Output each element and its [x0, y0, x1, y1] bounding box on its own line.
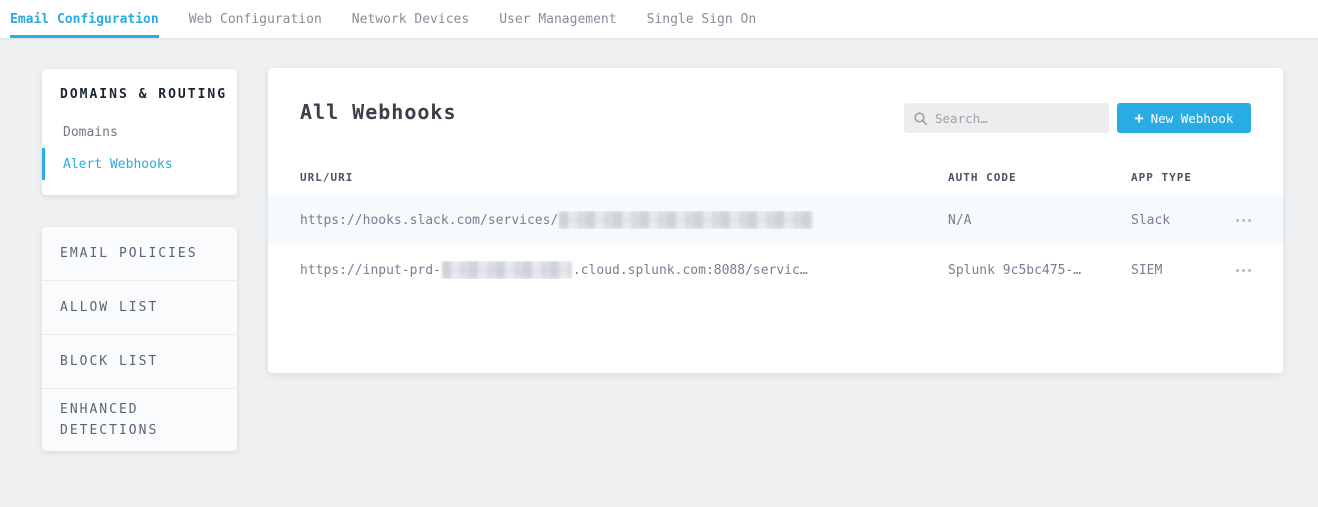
sidebar-item-alert-webhooks[interactable]: Alert Webhooks	[42, 148, 237, 180]
webhook-url: https://hooks.slack.com/services/	[268, 211, 948, 229]
sidebar-item-enhanced-detections[interactable]: ENHANCED DETECTIONS	[42, 389, 237, 451]
table-header-row: URL/URI AUTH CODE APP TYPE	[268, 160, 1283, 195]
tab-web-configuration[interactable]: Web Configuration	[189, 0, 322, 38]
header-auth-code: AUTH CODE	[948, 171, 1131, 184]
tab-user-management[interactable]: User Management	[499, 0, 616, 38]
webhook-url-prefix: https://input-prd-	[300, 263, 441, 278]
search-icon	[914, 112, 927, 125]
sidebar-sections: EMAIL POLICIES ALLOW LIST BLOCK LIST ENH…	[42, 227, 237, 451]
sidebar-item-allow-list[interactable]: ALLOW LIST	[42, 281, 237, 335]
webhooks-table: URL/URI AUTH CODE APP TYPE https://hooks…	[268, 160, 1283, 295]
plus-icon: +	[1135, 111, 1144, 126]
redacted-blur	[442, 261, 572, 279]
page-title: All Webhooks	[300, 100, 457, 124]
tab-single-sign-on[interactable]: Single Sign On	[647, 0, 757, 38]
header-app-type: APP TYPE	[1131, 171, 1236, 184]
webhook-auth-code: Splunk 9c5bc475-…	[948, 263, 1131, 278]
redacted-blur	[559, 211, 813, 229]
webhook-auth-code: N/A	[948, 213, 1131, 228]
new-webhook-button[interactable]: + New Webhook	[1117, 103, 1251, 133]
tab-network-devices[interactable]: Network Devices	[352, 0, 469, 38]
webhook-url-prefix: https://hooks.slack.com/services/	[300, 213, 558, 228]
search-box[interactable]	[904, 103, 1109, 133]
row-menu-icon[interactable]	[1236, 263, 1256, 277]
webhooks-panel-header: All Webhooks + New Webhook	[268, 68, 1283, 160]
table-row[interactable]: https://hooks.slack.com/services/ N/A Sl…	[268, 195, 1283, 245]
table-row[interactable]: https://input-prd- .cloud.splunk.com:808…	[268, 245, 1283, 295]
header-url-uri: URL/URI	[268, 171, 948, 184]
sidebar-item-block-list[interactable]: BLOCK LIST	[42, 335, 237, 389]
webhook-url: https://input-prd- .cloud.splunk.com:808…	[268, 261, 948, 279]
row-menu-icon[interactable]	[1236, 213, 1256, 227]
tab-email-configuration[interactable]: Email Configuration	[10, 0, 159, 38]
search-input[interactable]	[935, 111, 1099, 126]
webhook-url-suffix: .cloud.splunk.com:8088/servic…	[573, 263, 808, 278]
webhook-app-type: SIEM	[1131, 263, 1236, 278]
sidebar-group-title: DOMAINS & ROUTING	[42, 87, 237, 102]
new-webhook-label: New Webhook	[1151, 111, 1234, 126]
webhook-app-type: Slack	[1131, 213, 1236, 228]
sidebar-domains-routing: DOMAINS & ROUTING Domains Alert Webhooks	[42, 69, 237, 195]
sidebar-item-domains[interactable]: Domains	[42, 116, 237, 148]
sidebar-item-email-policies[interactable]: EMAIL POLICIES	[42, 227, 237, 281]
webhooks-panel: All Webhooks + New Webhook URL/URI AUTH …	[268, 68, 1283, 373]
top-nav: Email Configuration Web Configuration Ne…	[0, 0, 1318, 38]
